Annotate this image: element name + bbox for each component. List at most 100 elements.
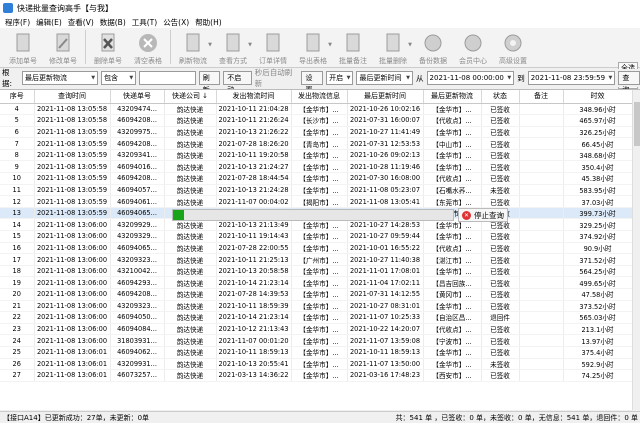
table-cell: 14 — [0, 218, 35, 232]
table-row[interactable]: 6 2021-11-08 13:05:59 43209975... 韵达快递 2021-… — [0, 126, 633, 139]
filter-value-input[interactable] — [139, 71, 196, 85]
table-row[interactable]: 5 2021-11-08 13:05:58 46094208... 韵达快递 2021-… — [0, 114, 633, 127]
note-icon — [343, 32, 363, 54]
status-left: 【接口A14】已更新成功：27单，未更新：0单 — [3, 413, 150, 422]
filter-op-select[interactable]: 包含 ▼ — [101, 71, 137, 85]
table-row[interactable]: 23 2021-11-08 13:06:00 46094084... 韵达快递 2021… — [0, 323, 633, 336]
menu-view[interactable]: 查看(V) — [65, 17, 97, 28]
col-header[interactable]: 发出物流信息 — [291, 90, 348, 104]
stop-query-button[interactable]: ✕ 停止查询 — [458, 208, 508, 222]
table-row[interactable]: 19 2021-11-08 13:06:00 46094293... 韵达快递 2021… — [0, 276, 633, 289]
backup-icon — [423, 32, 443, 54]
table-row[interactable]: 16 2021-11-08 13:06:00 46094065... 韵达快递 2021… — [0, 242, 633, 255]
gear-icon — [503, 32, 523, 54]
table-cell: 2021-07-31 12:53:53 — [347, 137, 424, 150]
table-cell: 【金华市】... — [291, 334, 348, 347]
backup-button[interactable]: 备份数据 — [413, 28, 453, 66]
table-cell: 【金华市】... — [291, 358, 348, 371]
table-cell: 20 — [0, 288, 35, 301]
clear-button[interactable]: 清空表格 — [128, 28, 168, 66]
search-button[interactable]: 查询 — [618, 71, 640, 94]
refresh-button[interactable]: 刷新物流 ▼ — [173, 28, 213, 66]
date-field-select[interactable]: 最后更新时间 ▼ — [356, 71, 414, 85]
table-cell: 韵达快递 — [164, 288, 217, 301]
table-row[interactable]: 24 2021-11-08 13:06:00 31803931... 韵达快递 2021… — [0, 334, 633, 347]
member-button[interactable]: 会员中心 — [453, 28, 493, 66]
batch-delete-button[interactable]: 批量删除 ▼ — [373, 28, 413, 66]
table-cell: 350.4小时 — [563, 160, 633, 174]
app-icon — [3, 3, 13, 13]
table-cell: 已签收 — [481, 160, 520, 174]
settings-button[interactable]: 设置 — [301, 71, 324, 94]
table-cell: 2021-10-28 11:19:46 — [347, 160, 424, 174]
vertical-scrollbar[interactable] — [632, 90, 640, 410]
auto-refresh-toggle[interactable]: 不启动 — [223, 71, 252, 94]
col-header[interactable]: 最后更新时间 — [347, 90, 424, 104]
from-date-input[interactable]: 2021-11-08 00:00:00 ▼ — [426, 71, 515, 85]
table-row[interactable]: 21 2021-11-08 13:06:00 43209323... 韵达快递 2021… — [0, 300, 633, 313]
table-cell: 46094061... — [110, 195, 165, 208]
menu-tools[interactable]: 工具(T) — [129, 17, 160, 28]
table-row[interactable]: 12 2021-11-08 13:05:59 46094061... 韵达快递 2021… — [0, 195, 633, 208]
table-row[interactable]: 27 2021-11-08 13:06:01 46073257... 韵达快递 2021… — [0, 369, 633, 382]
col-header[interactable]: 备注 — [519, 90, 564, 104]
menu-edit[interactable]: 编辑(E) — [33, 17, 65, 28]
col-header[interactable]: 最后更新物流 — [423, 90, 482, 104]
col-header[interactable]: 快递公司 ↓ — [164, 90, 217, 104]
table-cell: 43209931... — [110, 358, 165, 371]
col-header[interactable]: 发出物流时间 — [216, 90, 292, 104]
table-cell: 2021-11-08 13:06:00 — [34, 288, 111, 301]
table-cell: 2021-10-13 21:24:28 — [216, 184, 292, 197]
table-cell: 46073257... — [110, 369, 165, 382]
table-row[interactable]: 8 2021-11-08 13:05:59 43209341... 韵达快递 2021-… — [0, 149, 633, 162]
refresh-filter-button[interactable]: 刷新 — [198, 71, 221, 94]
add-button[interactable]: 添加单号 — [3, 28, 43, 66]
table-row[interactable]: 4 2021-11-08 13:05:58 43209474... 韵达快递 2021-… — [0, 103, 633, 116]
scroll-thumb[interactable] — [634, 102, 640, 146]
order-button[interactable]: 订单详情 — [253, 28, 293, 66]
table-row[interactable]: 18 2021-11-08 13:06:00 43210042... 韵达快递 2021… — [0, 265, 633, 278]
table-row[interactable]: 11 2021-11-08 13:05:59 46094057... 韵达快递 2021… — [0, 184, 633, 197]
table-row[interactable]: 9 2021-11-08 13:05:59 46094016... 韵达快递 2021-… — [0, 160, 633, 174]
col-header[interactable]: 时效 — [563, 90, 633, 104]
table-cell: 46094065... — [110, 242, 165, 255]
date-toggle-select[interactable]: 开启 ▼ — [326, 71, 354, 85]
table-cell: 2021-11-08 13:06:01 — [34, 369, 111, 382]
col-header[interactable]: 状态 — [481, 90, 520, 104]
table-cell: 【昌吉回族... — [423, 276, 482, 289]
delete-button[interactable]: 删除单号 — [88, 28, 128, 66]
table-cell: 2021-11-08 13:06:00 — [34, 230, 111, 243]
table-cell: 【代收点】... — [423, 172, 482, 185]
to-date-input[interactable]: 2021-11-08 23:59:59 ▼ — [527, 71, 616, 85]
filter-field-select[interactable]: 最后更新物流 ▼ — [22, 71, 99, 85]
table-row[interactable]: 25 2021-11-08 13:06:01 46094062... 韵达快递 2021… — [0, 346, 633, 359]
table-cell: 【金华市】... — [423, 126, 482, 139]
table-row[interactable]: 26 2021-11-08 13:06:01 43209931... 韵达快递 2021… — [0, 358, 633, 371]
menu-program[interactable]: 程序(F) — [2, 17, 33, 28]
menu-data[interactable]: 数据(B) — [97, 17, 129, 28]
table-cell: 2021-11-08 13:06:01 — [34, 358, 111, 371]
table-row[interactable]: 7 2021-11-08 13:05:59 46094208... 韵达快递 2021-… — [0, 137, 633, 150]
menu-help[interactable]: 帮助(H) — [192, 17, 225, 28]
table-row[interactable]: 10 2021-11-08 13:05:59 46094208... 韵达快递 2021… — [0, 172, 633, 185]
menu-notice[interactable]: 公告(X) — [160, 17, 192, 28]
col-header[interactable]: 序号 — [0, 90, 35, 104]
col-header[interactable]: 快递单号 — [110, 90, 165, 104]
table-cell: 韵达快递 — [164, 358, 217, 371]
col-header[interactable]: 查询时间 — [34, 90, 111, 104]
table-cell: 已签收 — [481, 253, 520, 266]
table-row[interactable]: 22 2021-11-08 13:06:00 46094050... 韵达快递 2021… — [0, 311, 633, 324]
table-row[interactable]: 15 2021-11-08 13:06:00 43209329... 韵达快递 2021… — [0, 230, 633, 243]
batch-note-button[interactable]: 批量备注 — [333, 28, 373, 66]
table-cell: 已签收 — [481, 230, 520, 243]
advanced-settings-button[interactable]: 高级设置 — [493, 28, 533, 66]
table-cell: 【金华市】... — [423, 265, 482, 278]
export-button[interactable]: 导出表格 ▼ — [293, 28, 333, 66]
table-cell: 46094016... — [110, 160, 165, 174]
tracking-table[interactable]: 序号 查询时间 快递单号 快递公司 ↓ 发出物流时间 发出物流信息 最后更新时间… — [0, 89, 640, 410]
view-button[interactable]: 查看方式 ▼ — [213, 28, 253, 66]
modify-button[interactable]: 修改单号 — [43, 28, 83, 66]
table-cell: 韵达快递 — [164, 160, 217, 174]
table-row[interactable]: 20 2021-11-08 13:06:00 46094208... 韵达快递 2021… — [0, 288, 633, 301]
table-row[interactable]: 17 2021-11-08 13:06:00 43209323... 韵达快递 2021… — [0, 253, 633, 266]
